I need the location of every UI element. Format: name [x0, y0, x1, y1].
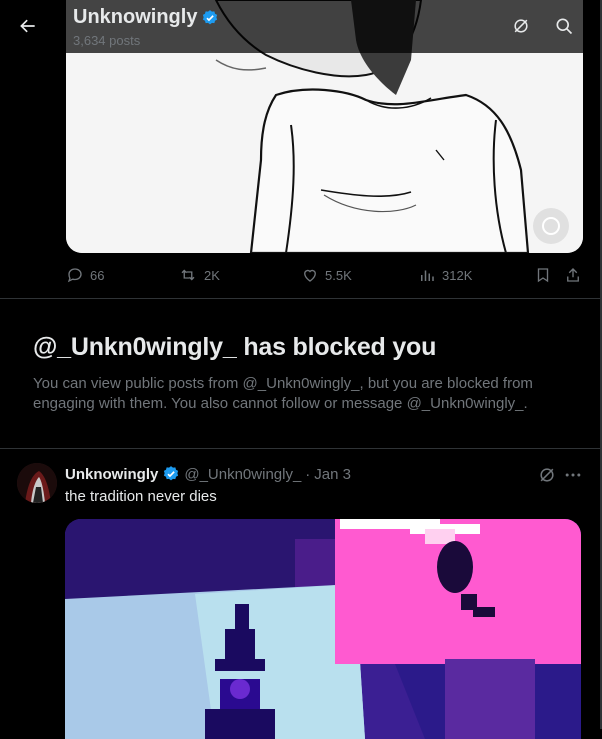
reply-count: 66: [90, 267, 105, 283]
header-profile-name: Unknowingly: [73, 6, 198, 28]
profile-header: Unknowingly 3,634 posts: [0, 0, 600, 53]
post-date[interactable]: Jan 3: [314, 466, 351, 483]
post-author-handle[interactable]: @_Unkn0wingly_: [184, 466, 301, 483]
repost-button[interactable]: 2K: [178, 266, 220, 284]
post-photo: [65, 519, 581, 739]
grok-button[interactable]: [535, 463, 559, 487]
verified-badge-icon: [203, 9, 218, 24]
analytics-icon: [421, 270, 434, 281]
avatar-image: [17, 463, 57, 503]
views-button[interactable]: 312K: [418, 266, 472, 284]
post-media-image[interactable]: [65, 519, 581, 739]
header-post-count: 3,634 posts: [73, 33, 141, 48]
like-button[interactable]: 5.5K: [301, 266, 352, 284]
share-button[interactable]: [564, 266, 582, 284]
post-text: the tradition never dies: [65, 488, 217, 505]
grok-button[interactable]: [505, 10, 537, 42]
meta-separator: ·: [305, 465, 311, 483]
bookmark-icon: [537, 268, 549, 283]
repost-icon: [181, 269, 195, 281]
post-header: Unknowingly @_Unkn0wingly_ · Jan 3: [65, 465, 351, 483]
post-author-name[interactable]: Unknowingly: [65, 466, 158, 483]
views-count: 312K: [442, 267, 473, 283]
repost-count: 2K: [204, 267, 220, 283]
search-button[interactable]: [548, 10, 580, 42]
like-count: 5.5K: [325, 267, 352, 283]
back-button[interactable]: [12, 10, 44, 42]
search-icon: [556, 18, 573, 35]
share-icon: [567, 268, 579, 282]
verified-badge-icon: [164, 466, 179, 481]
bookmark-button[interactable]: [534, 266, 552, 284]
avatar[interactable]: [17, 463, 57, 503]
grok-icon: [540, 468, 554, 482]
back-arrow-icon: [20, 19, 35, 33]
more-dots-icon: [565, 473, 581, 477]
reply-icon: [67, 268, 82, 283]
post-item[interactable]: Unknowingly @_Unkn0wingly_ · Jan 3 the t…: [0, 449, 600, 739]
header-title: Unknowingly: [73, 6, 219, 29]
heart-icon: [304, 269, 316, 282]
reply-button[interactable]: 66: [66, 266, 104, 284]
post-action-bar: 66 2K 5.5K 312K: [66, 266, 586, 288]
blocked-heading: @_Unkn0wingly_ has blocked you: [33, 333, 437, 361]
grok-icon: [514, 19, 528, 33]
divider: [0, 298, 600, 299]
blocked-description: You can view public posts from @_Unkn0wi…: [33, 375, 533, 412]
blocked-notice: @_Unkn0wingly_ has blocked you You can v…: [33, 333, 573, 414]
more-options-button[interactable]: [561, 463, 585, 487]
